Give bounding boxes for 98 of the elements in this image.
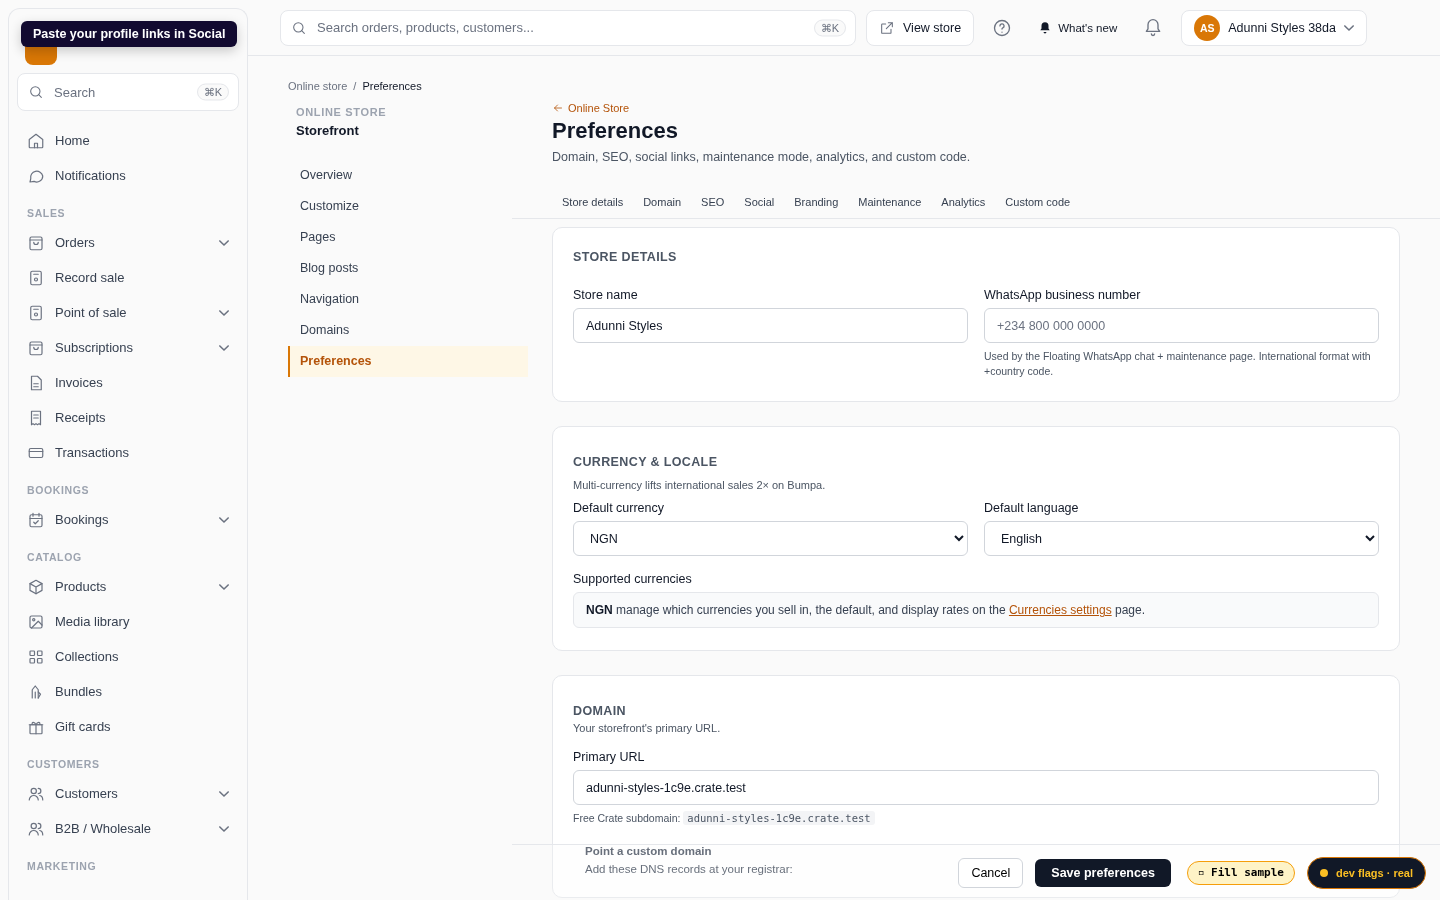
search-icon <box>28 84 44 100</box>
tab[interactable]: SEO <box>691 188 735 218</box>
view-store-button[interactable]: View store <box>866 9 975 46</box>
sidebar-item[interactable]: Receipts <box>17 400 239 435</box>
subnav-item[interactable]: Navigation <box>288 284 528 315</box>
section-heading: CUSTOMERS <box>26 757 101 772</box>
section-title: Storefront <box>295 122 360 138</box>
section-heading: SALES <box>26 206 67 221</box>
breadcrumb-separator: / <box>353 80 357 92</box>
card-title: CURRENCY & LOCALE <box>573 455 719 470</box>
field-label: Primary URL <box>573 750 646 765</box>
sidebar-item[interactable]: Products <box>17 569 239 604</box>
bag-icon <box>27 233 45 252</box>
section-heading: BOOKINGS <box>26 483 91 498</box>
info-text: NGN manage which currencies you sell in, the default, and display rates on the Currencies settings page. <box>586 603 1145 618</box>
chevron-down-icon <box>1343 24 1354 31</box>
subnav-item[interactable]: Domains <box>288 315 528 346</box>
currencies-settings-link[interactable]: Currencies settings <box>1008 603 1112 618</box>
help-text: Used by the Floating WhatsApp chat + maintenance page. International format with +country code. <box>984 349 1372 380</box>
tab[interactable]: Domain <box>633 188 692 218</box>
section-heading: MARKETING <box>26 859 98 874</box>
sidebar-item[interactable]: Home <box>17 123 239 158</box>
subsection-title: Point a custom domain <box>585 844 712 857</box>
sidebar-item[interactable]: Notifications <box>17 158 239 193</box>
subnav-item[interactable]: Blog posts <box>288 253 528 284</box>
store-name-field[interactable]: Adunni Styles <box>573 308 968 343</box>
calculator-icon <box>27 303 45 322</box>
sidebar-item[interactable]: B2B / Wholesale <box>17 811 239 846</box>
external-link-icon <box>879 19 895 36</box>
field-label: Default language <box>984 501 1080 516</box>
chevron-down-icon <box>219 790 229 797</box>
field-label: WhatsApp business number <box>984 288 1142 302</box>
calendar-icon <box>27 510 45 529</box>
sidebar-item[interactable]: Transactions <box>17 435 239 470</box>
sidebar-item[interactable]: Orders <box>17 225 239 260</box>
sidebar-item[interactable]: Bookings <box>17 502 239 537</box>
house-icon <box>27 131 45 150</box>
sidebar-item[interactable]: Record sale <box>17 260 239 295</box>
field-label: Store name <box>573 288 639 302</box>
chevron-down-icon <box>219 344 229 351</box>
chevron-down-icon <box>219 309 229 316</box>
arrow-left-icon <box>552 102 564 114</box>
primary-url-field[interactable]: adunni-styles-1c9e.crate.test <box>573 770 1379 806</box>
subnav-item[interactable]: Customize <box>288 191 528 222</box>
tab[interactable]: Store details <box>552 188 634 218</box>
language-select[interactable]: English <box>984 521 1379 557</box>
back-link[interactable]: Online Store <box>552 102 1440 114</box>
account-menu[interactable]: AS Adunni Styles 38da <box>1181 9 1367 46</box>
sidebar-item[interactable]: Customers <box>17 776 239 811</box>
breadcrumb-item[interactable]: Online store <box>288 80 348 92</box>
page-title: Preferences <box>552 118 679 144</box>
whats-new-button[interactable]: What's new <box>1030 16 1126 39</box>
tab[interactable]: Analytics <box>931 188 996 218</box>
tab[interactable]: Branding <box>784 188 849 218</box>
tab[interactable]: Maintenance <box>848 188 932 218</box>
card-title: STORE DETAILS <box>573 250 678 264</box>
page-subtitle: Domain, SEO, social links, maintenance mode, analytics, and custom code. <box>552 150 972 164</box>
sidebar-item[interactable]: Invoices <box>17 365 239 400</box>
field-label: Default currency <box>573 501 665 516</box>
sidebar-item[interactable]: Gift cards <box>17 709 239 744</box>
bag-icon <box>27 338 45 357</box>
sidebar-item[interactable]: Subscriptions <box>17 330 239 365</box>
cancel-button[interactable]: Cancel <box>958 857 1024 888</box>
currency-select[interactable]: NGN <box>573 521 968 557</box>
card-note: Multi-currency lifts international sales 2× on Bumpa. <box>573 479 827 492</box>
breadcrumb-item: Preferences <box>362 80 422 92</box>
subnav-item[interactable]: Pages <box>288 222 528 253</box>
chevron-down-icon <box>219 583 229 590</box>
dev-flags-button[interactable]: dev flags · real <box>1306 856 1426 889</box>
section-eyebrow: ONLINE STORE <box>295 106 388 118</box>
image-icon <box>27 612 45 631</box>
avatar: AS <box>1194 14 1221 41</box>
chevron-down-icon <box>219 516 229 523</box>
subsection-note: Add these DNS records at your registrar: <box>585 862 793 875</box>
save-button[interactable]: Save preferences <box>1035 858 1171 887</box>
section-heading: CATALOG <box>26 550 83 565</box>
tab[interactable]: Custom code <box>995 188 1081 218</box>
subnav-item[interactable]: Overview <box>288 160 528 191</box>
card-note: Your storefront's primary URL. <box>573 722 722 735</box>
status-dot <box>1319 868 1328 877</box>
chevron-down-icon <box>219 239 229 246</box>
grid-icon <box>27 647 45 666</box>
help-text: Free Crate subdomain: adunni-styles-1c9e.crate.test <box>573 811 1379 827</box>
calculator-icon <box>27 268 45 287</box>
sidebar-item[interactable]: Point of sale <box>17 295 239 330</box>
field-label: Supported currencies <box>573 572 693 587</box>
sidebar-item[interactable]: Media library <box>17 604 239 639</box>
chevron-down-icon <box>219 825 229 832</box>
help-icon <box>992 17 1013 38</box>
sidebar-item[interactable]: Bundles <box>17 674 239 709</box>
tooltip: Paste your profile links in Social <box>21 21 238 47</box>
sidebar-item[interactable]: Collections <box>17 639 239 674</box>
cube-icon <box>27 577 45 596</box>
whatsapp-field[interactable]: +234 800 000 0000 <box>984 308 1379 343</box>
subnav-item[interactable]: Preferences <box>288 346 528 377</box>
tab[interactable]: Social <box>734 188 785 218</box>
card-title: DOMAIN <box>573 704 627 719</box>
search-icon <box>291 19 307 36</box>
